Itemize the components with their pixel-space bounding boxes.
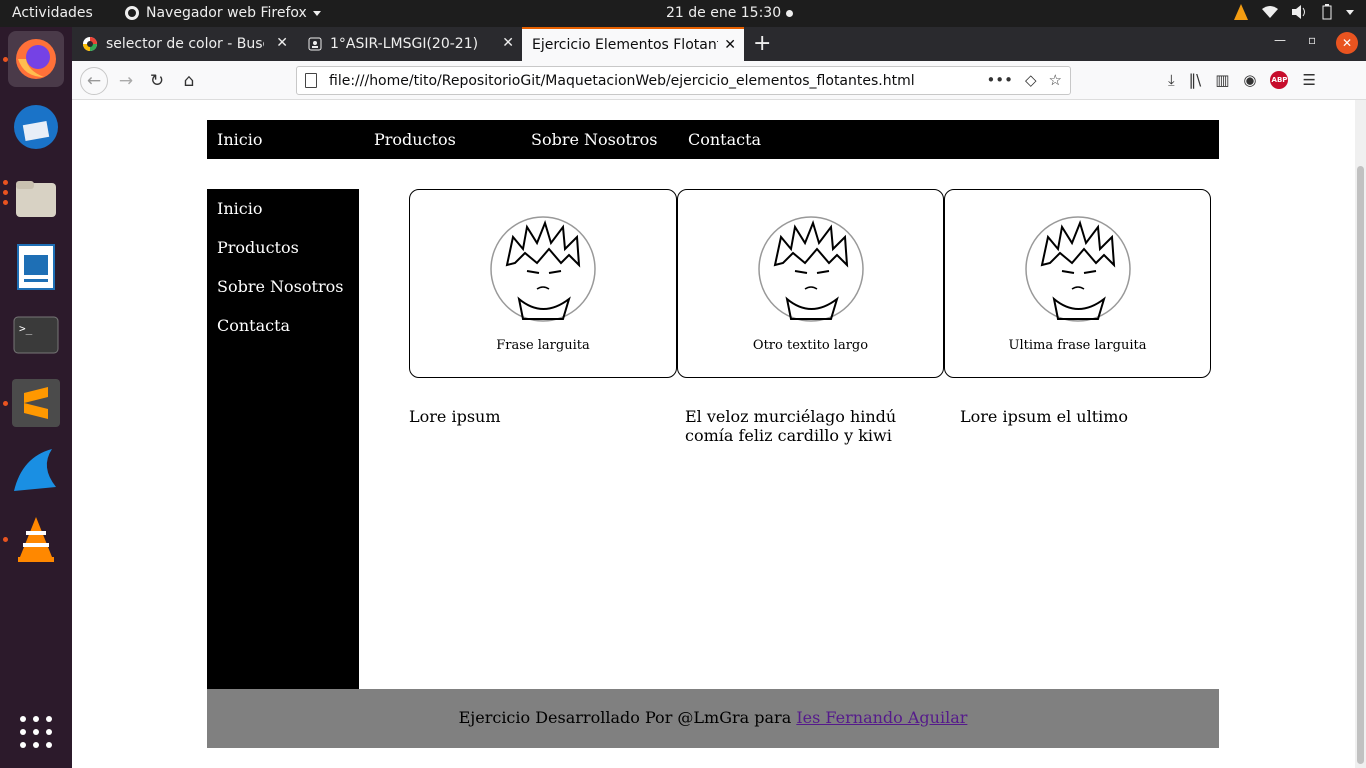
wireshark-icon: [14, 449, 56, 491]
notification-dot-icon: [786, 10, 793, 17]
vertical-scrollbar[interactable]: [1355, 100, 1366, 768]
terminal-icon: >_: [13, 316, 59, 354]
avatar-image: [1025, 216, 1131, 322]
dock: >_: [0, 27, 72, 768]
tab-label: selector de color - Buscar: [106, 36, 264, 52]
paragraph-1: Lore ipsum: [409, 407, 501, 426]
bookmark-star-icon[interactable]: ☆: [1049, 71, 1062, 89]
clock[interactable]: 21 de ene 15:30: [666, 5, 781, 21]
close-tab-icon[interactable]: ✕: [276, 35, 288, 51]
card-caption: Otro textito largo: [752, 338, 869, 353]
running-indicator: [3, 537, 8, 542]
card-1: Frase larguita: [409, 189, 677, 378]
tab-search[interactable]: selector de color - Buscar ✕: [72, 27, 296, 61]
new-tab-button[interactable]: +: [753, 31, 771, 56]
app-menu[interactable]: Navegador web Firefox: [124, 5, 321, 21]
running-indicator: [3, 401, 8, 406]
maximize-window-button[interactable]: ▫: [1308, 33, 1316, 47]
card-caption: Frase larguita: [496, 338, 590, 353]
scrollbar-thumb[interactable]: [1357, 166, 1364, 764]
card-3: Ultima frase larguita: [944, 189, 1211, 378]
dock-sublime[interactable]: [8, 375, 64, 431]
url-input[interactable]: [327, 70, 977, 91]
card-2: Otro textito largo: [677, 189, 944, 378]
close-tab-icon[interactable]: ✕: [502, 35, 514, 51]
dock-wireshark[interactable]: [8, 443, 64, 499]
minimize-window-button[interactable]: —: [1274, 33, 1286, 47]
app-menu-label: Navegador web Firefox: [146, 5, 307, 21]
paragraph-2: El veloz murciélago hindú comía feliz ca…: [685, 407, 897, 445]
files-icon: [16, 181, 56, 217]
writer-icon: [17, 244, 55, 290]
dock-files[interactable]: [8, 171, 64, 227]
sidenav-link-contacta[interactable]: Contacta: [217, 316, 290, 335]
dock-vlc[interactable]: [8, 511, 64, 567]
running-indicator: [3, 57, 8, 62]
running-indicator: [3, 200, 8, 205]
page-footer: Ejercicio Desarrollado Por @LmGra para I…: [207, 689, 1219, 748]
topnav-link-productos[interactable]: Productos: [374, 130, 456, 149]
pocket-icon[interactable]: ◇: [1025, 71, 1037, 89]
page-icon: [305, 73, 317, 88]
activities-button[interactable]: Actividades: [12, 5, 93, 21]
battery-icon: [1322, 4, 1332, 20]
sublime-text-icon: [12, 379, 60, 427]
google-icon: [83, 37, 97, 51]
running-indicator: [3, 190, 8, 195]
forward-button[interactable]: →: [114, 69, 138, 93]
navigation-toolbar: ← → ↻ ⌂ ••• ◇ ☆ ⤓ ‖\ ▥ ◉ ABP ☰: [72, 61, 1366, 100]
adblock-plus-icon[interactable]: ABP: [1270, 71, 1289, 89]
dock-firefox[interactable]: [8, 31, 64, 87]
svg-text:>_: >_: [19, 322, 33, 335]
downloads-icon[interactable]: ⤓: [1168, 71, 1175, 89]
side-navigation: Inicio Productos Sobre Nosotros Contacta: [207, 189, 359, 689]
vlc-icon: [18, 517, 54, 562]
show-applications-icon[interactable]: [20, 716, 52, 748]
back-button[interactable]: ←: [80, 67, 108, 95]
chevron-down-icon: [312, 10, 321, 16]
close-tab-icon[interactable]: ✕: [724, 37, 736, 53]
vlc-tray-icon: [1234, 4, 1248, 20]
dock-terminal[interactable]: >_: [8, 307, 64, 363]
firefox-small-icon: [125, 6, 139, 20]
volume-icon: [1292, 5, 1305, 19]
sidenav-link-productos[interactable]: Productos: [217, 238, 299, 257]
footer-text: Ejercicio Desarrollado Por @LmGra para: [458, 708, 797, 727]
dock-writer[interactable]: [8, 239, 64, 295]
avatar-image: [758, 216, 864, 322]
page-actions-icon[interactable]: •••: [986, 71, 1013, 89]
footer-link[interactable]: Ies Fernando Aguilar: [796, 708, 967, 727]
account-icon[interactable]: ◉: [1243, 71, 1256, 89]
reload-button[interactable]: ↻: [145, 69, 169, 93]
sidenav-link-inicio[interactable]: Inicio: [217, 199, 262, 218]
wifi-icon: [1262, 6, 1278, 18]
dock-thunderbird[interactable]: [8, 99, 64, 155]
sidenav-link-sobre-nosotros[interactable]: Sobre Nosotros: [217, 277, 343, 296]
avatar-image: [490, 216, 596, 322]
top-navigation: Inicio Productos Sobre Nosotros Contacta: [207, 120, 1219, 159]
system-tray[interactable]: [1234, 4, 1354, 20]
tab-bar: selector de color - Buscar ✕ 1°ASIR-LMSG…: [72, 27, 1366, 61]
topnav-link-contacta[interactable]: Contacta: [688, 130, 761, 149]
running-indicator: [3, 180, 8, 185]
contact-card-icon: [308, 37, 322, 51]
close-window-button[interactable]: ✕: [1336, 32, 1358, 54]
tab-label: 1°ASIR-LMSGI(20-21): [330, 36, 479, 52]
paragraph-3: Lore ipsum el ultimo: [960, 407, 1129, 426]
library-icon[interactable]: ‖\: [1189, 71, 1202, 89]
card-caption: Ultima frase larguita: [1008, 338, 1147, 353]
thunderbird-icon: [14, 105, 58, 149]
system-top-bar: Actividades Navegador web Firefox 21 de …: [0, 0, 1366, 27]
topnav-link-inicio[interactable]: Inicio: [217, 130, 262, 149]
home-button[interactable]: ⌂: [177, 69, 201, 93]
url-bar[interactable]: ••• ◇ ☆: [296, 66, 1071, 95]
sidebar-icon[interactable]: ▥: [1215, 71, 1229, 89]
tab-lmsgi[interactable]: 1°ASIR-LMSGI(20-21) ✕: [298, 27, 522, 61]
hamburger-menu-icon[interactable]: ☰: [1302, 71, 1315, 89]
topnav-link-sobre-nosotros[interactable]: Sobre Nosotros: [531, 130, 657, 149]
system-menu-chevron-icon: [1346, 9, 1354, 15]
tab-ejercicio[interactable]: Ejercicio Elementos Flotantes ✕: [522, 27, 744, 61]
tab-label: Ejercicio Elementos Flotantes: [532, 37, 718, 53]
firefox-icon: [16, 39, 56, 79]
